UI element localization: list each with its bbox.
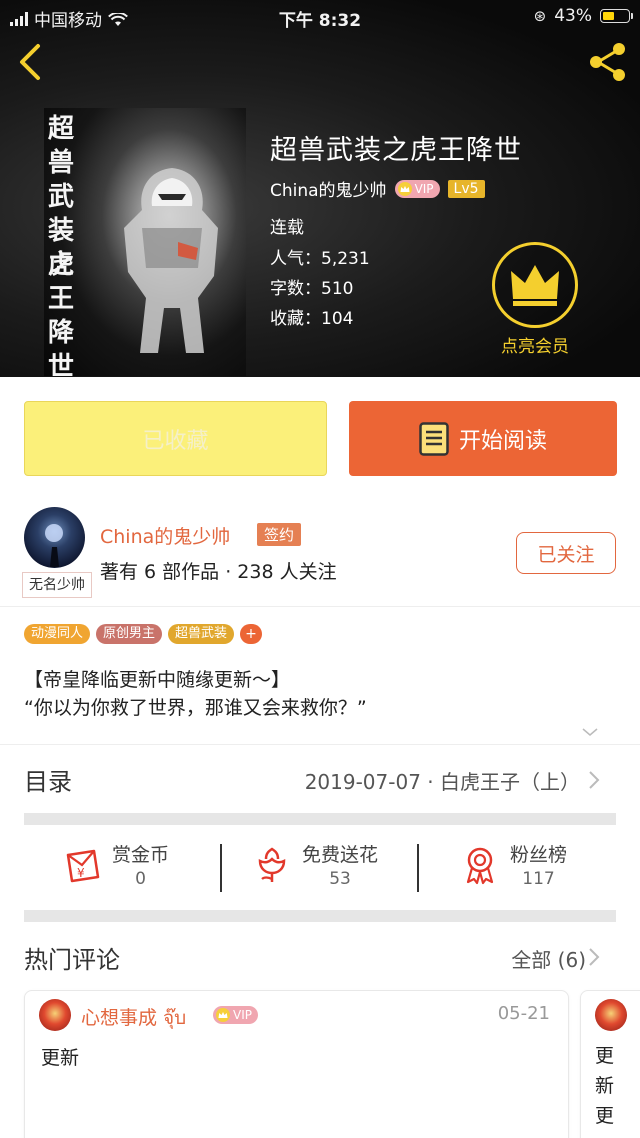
chevron-right-icon [589,771,600,789]
section-spacer [24,813,616,825]
favorited-button[interactable]: 已收藏 [24,401,327,476]
popularity: 人气：5,231 [270,249,370,269]
hot-comments-title: 热门评论 [24,946,120,974]
toc-row[interactable]: 目录 2019-07-07 · 白虎王子（上） [0,746,640,812]
toc-label: 目录 [24,768,72,796]
divider [220,844,222,892]
tag-list: 动漫同人 原创男主 超兽武装 + [24,624,263,644]
divider [0,606,640,607]
status-bar: 中国移动 下午 8:32 ⊛ 43% [0,0,640,34]
crown-icon [397,181,412,196]
divider [417,844,419,892]
cover-title-bottom: 虎 王 降 世 [48,250,75,376]
chevron-down-icon[interactable] [580,724,600,738]
commenter-avatar[interactable] [39,999,71,1031]
back-icon[interactable] [12,42,48,82]
level-badge: Lv5 [447,179,485,198]
section-spacer [24,910,616,922]
orientation-lock-icon: ⊛ [533,7,547,25]
author-name[interactable]: China的鬼少帅 [100,522,230,549]
divider [0,744,640,745]
comment-text: 更新 [41,1047,80,1069]
svg-text:¥: ¥ [77,866,85,880]
comment-date: 05-21 [497,1003,550,1024]
signed-badge: 签约 [257,523,302,546]
author-row: China的鬼少帅 VIP Lv5 [270,176,485,201]
all-comments-link[interactable]: 全部 (6) [511,944,586,973]
battery-icon [600,9,633,23]
battery-percent: 43% [554,6,592,26]
free-flowers[interactable]: 免费送花 53 [252,840,378,889]
member-button[interactable]: 点亮会员 [490,242,580,357]
tag-item[interactable]: 原创男主 [96,624,163,644]
favorite-count: 收藏：104 [270,309,354,329]
works-info: 著有 6 部作品 · 238 人关注 [100,561,337,583]
tag-item[interactable]: 动漫同人 [24,624,91,644]
book-intro: 【帝皇降临更新中随缘更新～】 “你以为你救了世界，那谁又会来救你？” [24,669,367,719]
vip-badge: VIP [213,1006,258,1024]
crown-icon [511,265,559,306]
latest-chapter: 2019-07-07 · 白虎王子（上） [304,770,580,794]
stats-row: ¥ 赏金币 0 免费送花 53 粉丝榜 117 [0,832,640,910]
author-link[interactable]: China的鬼少帅 [270,176,387,201]
comment-card[interactable]: 心想事成 จุ๊บ VIP 05-21 更新 [24,990,569,1138]
book-icon [419,421,449,456]
fan-ranking[interactable]: 粉丝榜 117 [460,840,567,889]
start-reading-button[interactable]: 开始阅读 [349,401,617,476]
cover-robot-image [124,168,218,353]
word-count: 字数：510 [270,279,354,299]
tag-item[interactable]: 超兽武装 [168,624,235,644]
comment-text: 更 新 更 [595,1045,615,1127]
vip-badge: VIP [394,179,440,198]
commenter-avatar [595,999,627,1031]
book-header: 中国移动 下午 8:32 ⊛ 43% 超 兽 武 装 之 虎 王 降 世 超兽武… [0,0,640,377]
book-cover[interactable]: 超 兽 武 装 之 虎 王 降 世 [44,108,246,376]
reward-coins[interactable]: ¥ 赏金币 0 [62,840,169,889]
chevron-right-icon [589,948,600,966]
author-avatar[interactable] [24,507,85,568]
book-title: 超兽武装之虎王降世 [270,135,522,166]
follow-button[interactable]: 已关注 [516,532,616,574]
medal-icon [466,847,494,884]
add-tag-button[interactable]: + [240,624,263,644]
comment-card-next[interactable]: 更 新 更 [580,990,640,1138]
share-icon[interactable] [586,40,630,84]
member-label: 点亮会员 [501,337,569,357]
commenter-name[interactable]: 心想事成 จุ๊บ [81,1003,186,1033]
reward-envelope-icon: ¥ [66,849,100,882]
crown-icon [216,1008,230,1022]
serial-status: 连载 [270,218,304,238]
avatar-tag: 无名少帅 [22,572,92,598]
flower-icon [258,846,286,882]
